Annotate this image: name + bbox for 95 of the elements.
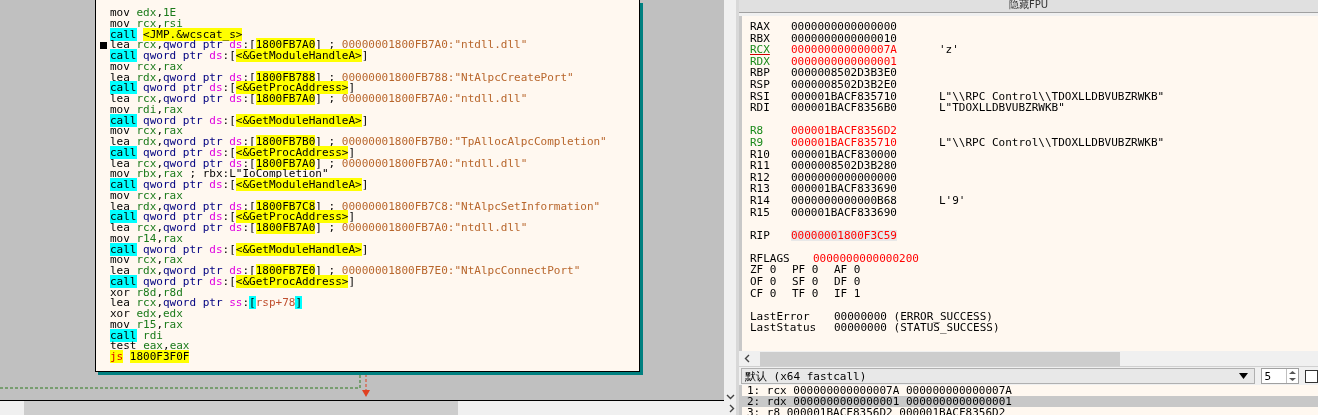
panel-header[interactable]: 隐藏FPU <box>739 0 1318 13</box>
chevron-down-icon[interactable] <box>725 392 735 401</box>
flag-value[interactable]: OF 0 <box>750 276 792 288</box>
instruction-line[interactable]: call qword ptr ds:[<&GetModuleHandleA>] <box>110 180 639 191</box>
register-name[interactable]: R13 <box>750 183 791 195</box>
register-name[interactable]: R10 <box>750 148 791 161</box>
instruction-line[interactable]: mov rbx,rax ; rbx:L"IoCompletion" <box>110 169 639 180</box>
instruction-line[interactable]: lea rcx,qword ptr ss:[rsp+78] <box>110 298 639 309</box>
flag-value[interactable]: PF 0 <box>792 264 834 277</box>
panel-title: 隐藏FPU <box>1008 0 1049 10</box>
register-value[interactable]: 000001BACF8356D2 <box>791 125 939 137</box>
instruction-line[interactable]: mov rcx,rax <box>110 255 639 266</box>
chevron-left-icon[interactable] <box>743 354 752 363</box>
flow-arrow <box>361 374 371 398</box>
instruction-line[interactable]: call qword ptr ds:[<&GetModuleHandleA>] <box>110 244 639 256</box>
spin-down-icon[interactable] <box>1287 376 1298 383</box>
register-value[interactable]: 0000000000000000 <box>791 171 939 184</box>
instruction-line[interactable]: mov edx,1E <box>110 8 639 19</box>
register-name[interactable]: RBP <box>750 67 791 79</box>
register-value[interactable]: 0000000000000200 <box>813 252 919 265</box>
flag-value[interactable]: AF 0 <box>834 264 876 277</box>
register-value[interactable]: 0000000000000010 <box>791 32 939 45</box>
instruction-line[interactable]: js 1800F3F0F <box>110 352 639 363</box>
calling-convention-dropdown[interactable]: 默认 (x64 fastcall) <box>741 368 1256 384</box>
register-name[interactable]: RSP <box>750 78 791 91</box>
instruction-line[interactable]: mov r14,rax <box>110 233 639 245</box>
register-value[interactable]: 0000000000000B68 <box>791 194 939 207</box>
register-value[interactable]: 000001BACF835710 <box>791 90 939 103</box>
register-name[interactable]: R12 <box>750 171 791 184</box>
argument-count-field[interactable]: 5 <box>1261 368 1299 384</box>
register-name[interactable]: R9 <box>750 136 791 149</box>
flag-value[interactable]: TF 0 <box>792 287 834 300</box>
register-value[interactable]: 0000008502D3B2E0 <box>791 78 939 91</box>
register-value[interactable]: 0000000000000001 <box>791 55 939 68</box>
register-value[interactable]: 0000000000000000 <box>791 21 939 33</box>
register-name[interactable]: R15 <box>750 206 791 219</box>
register-name[interactable]: R8 <box>750 125 791 137</box>
spin-up-icon[interactable] <box>1287 369 1298 376</box>
instruction-line[interactable]: lea rcx,qword ptr ds:[1800FB7A0] ; 00000001800FB7A0:"ntdll.dll" <box>110 94 639 105</box>
register-name[interactable]: RBX <box>750 32 791 45</box>
instruction-line[interactable]: mov rcx,rax <box>110 61 639 73</box>
caret-icon <box>1239 373 1249 379</box>
register-value[interactable]: 000001BACF835710 <box>791 136 939 149</box>
instruction-line[interactable]: call qword ptr ds:[<&GetProcAddress>] <box>110 83 639 94</box>
instruction-line[interactable]: mov rdi,rax <box>110 104 639 116</box>
register-name[interactable]: RIP <box>750 229 791 242</box>
register-name[interactable]: RDI <box>750 102 791 114</box>
register-comment: 'z' <box>939 44 959 56</box>
register-name[interactable]: RAX <box>750 21 791 33</box>
register-name[interactable]: RSI <box>750 90 791 103</box>
argument-row[interactable]: 2: rdx 0000000000000001 0000000000000001 <box>742 396 1318 407</box>
instruction-line[interactable]: mov r15,rax <box>110 319 639 331</box>
instruction-line[interactable]: call <JMP.&wcscat_s> <box>110 29 639 41</box>
instruction-line[interactable]: mov rcx,rsi <box>110 18 639 30</box>
register-name[interactable]: RCX <box>750 44 791 56</box>
chevron-right-icon[interactable] <box>727 403 736 413</box>
instruction-line[interactable]: call qword ptr ds:[<&GetModuleHandleA>] <box>110 51 639 62</box>
instruction-line[interactable]: lea rcx,qword ptr ds:[1800FB7A0] ; 00000001800FB7A0:"ntdll.dll" <box>110 223 639 234</box>
argument-row[interactable]: 1: rcx 000000000000007A 000000000000007A <box>742 385 1318 396</box>
register-value[interactable]: 000001BACF833690 <box>791 183 939 195</box>
flag-value[interactable]: DF 0 <box>834 276 876 288</box>
register-name[interactable]: R14 <box>750 194 791 207</box>
flag-value[interactable]: CF 0 <box>750 287 792 300</box>
instruction-line[interactable]: call qword ptr ds:[<&GetProcAddress>] <box>110 147 639 159</box>
instruction-line[interactable]: xor edx,edx <box>110 309 639 320</box>
register-value[interactable]: 000001BACF830000 <box>791 148 939 161</box>
register-value[interactable]: 0000008502D3B3E0 <box>791 67 939 79</box>
flag-value[interactable]: ZF 0 <box>750 264 792 277</box>
instruction-line[interactable]: call qword ptr ds:[<&GetModuleHandleA>] <box>110 115 639 127</box>
instruction-line[interactable]: mov rcx,rax <box>110 190 639 202</box>
register-value[interactable]: 000001BACF8356B0 <box>791 102 939 114</box>
register-value[interactable]: 000001BACF833690 <box>791 206 939 219</box>
register-name[interactable]: R11 <box>750 160 791 172</box>
register-comment: L"TDOXLLDBVUBZRWKB" <box>939 102 1065 114</box>
register-comment: L"\\RPC Control\\TDOXLLDBVUBZRWKB" <box>939 90 1165 103</box>
flag-value[interactable]: SF 0 <box>792 276 834 288</box>
instruction-line[interactable]: mov rcx,rax <box>110 126 639 137</box>
register-name[interactable]: RDX <box>750 55 791 68</box>
lock-checkbox[interactable] <box>1305 369 1318 383</box>
register-value[interactable]: 0000008502D3B280 <box>791 160 939 172</box>
instruction-line[interactable]: call qword ptr ds:[<&GetProcAddress>] <box>110 276 639 288</box>
instruction-line[interactable]: call rdi <box>110 330 639 342</box>
status-value: 00000000 (ERROR_SUCCESS) <box>834 310 993 323</box>
status-value: 00000000 (STATUS_SUCCESS) <box>834 322 1000 335</box>
instruction-line[interactable]: lea rcx,qword ptr ds:[1800FB7A0] ; 00000001800FB7A0:"ntdll.dll" <box>110 158 639 170</box>
register-name[interactable]: RFLAGS <box>750 252 813 265</box>
instruction-line[interactable]: test eax,eax <box>110 341 639 352</box>
register-value[interactable]: 000000000000007A <box>791 44 939 56</box>
register-comment: L"\\RPC Control\\TDOXLLDBVUBZRWKB" <box>939 136 1165 149</box>
register-comment: L'9' <box>939 194 966 207</box>
instruction-line[interactable]: xor r8d,r8d <box>110 287 639 299</box>
instruction-line[interactable]: call qword ptr ds:[<&GetProcAddress>] <box>110 212 639 223</box>
status-name: LastError <box>750 310 811 323</box>
status-name: LastStatus <box>750 322 818 335</box>
flag-value[interactable]: IF 1 <box>834 287 876 300</box>
